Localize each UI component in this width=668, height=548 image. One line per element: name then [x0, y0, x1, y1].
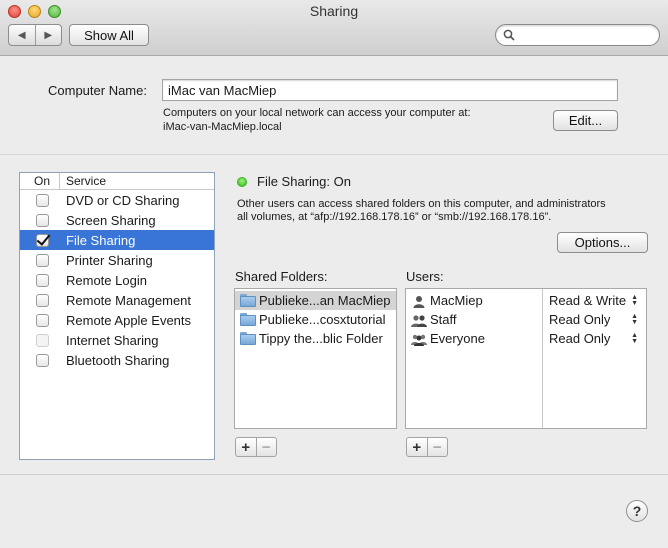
- remove-user-button[interactable]: −: [428, 438, 448, 456]
- service-checkbox[interactable]: [36, 353, 49, 367]
- sharing-window: Sharing ◀ ▶ Show All Computer Name: iMac…: [0, 0, 668, 548]
- user-row[interactable]: MacMiep Read & Write ▲ ▼: [406, 291, 646, 310]
- service-list: On Service DVD or CD Sharing Screen Shari…: [19, 172, 215, 460]
- service-label: Bluetooth Sharing: [66, 352, 170, 368]
- user-name: Staff: [430, 312, 457, 327]
- computer-name-field[interactable]: iMac van MacMiep: [162, 79, 618, 101]
- folder-icon: [240, 332, 256, 345]
- access-info-hostname: iMac-van-MacMiep.local: [163, 121, 282, 133]
- bottom-bar: [0, 474, 668, 548]
- column-header-service[interactable]: Service: [60, 173, 106, 189]
- add-folder-button[interactable]: +: [236, 438, 257, 456]
- folder-icon: [240, 294, 256, 307]
- back-arrow-icon[interactable]: ◀: [9, 25, 36, 45]
- service-row[interactable]: Remote Login: [20, 270, 214, 290]
- service-label: DVD or CD Sharing: [66, 192, 180, 208]
- permission-label: Read Only: [549, 312, 611, 327]
- service-checkbox[interactable]: [36, 273, 49, 287]
- users-label: Users:: [406, 269, 444, 284]
- shared-folders-label: Shared Folders:: [235, 269, 328, 284]
- everyone-icon: [411, 332, 427, 346]
- permission-popup[interactable]: Read Only ▲ ▼: [543, 329, 643, 348]
- service-row[interactable]: File Sharing: [20, 230, 214, 250]
- service-row[interactable]: Internet Sharing: [20, 330, 214, 350]
- help-button[interactable]: ?: [626, 500, 648, 522]
- shared-folders-list: Publieke...an MacMiep Publieke...cosxtuto…: [234, 288, 397, 429]
- service-label: Internet Sharing: [66, 332, 159, 348]
- search-field[interactable]: [495, 24, 660, 46]
- search-icon: [503, 29, 515, 41]
- public-folder-icon: [240, 313, 256, 326]
- service-checkbox[interactable]: [36, 213, 49, 227]
- service-checkbox[interactable]: [36, 313, 49, 327]
- service-row[interactable]: Bluetooth Sharing: [20, 350, 214, 370]
- shared-folder-row[interactable]: Publieke...an MacMiep: [235, 291, 396, 310]
- permission-label: Read Only: [549, 331, 611, 346]
- column-header-on[interactable]: On: [20, 173, 60, 189]
- service-label: Printer Sharing: [66, 252, 153, 268]
- folders-add-remove: + −: [235, 437, 277, 457]
- options-button[interactable]: Options...: [557, 232, 648, 253]
- add-user-button[interactable]: +: [407, 438, 428, 456]
- up-down-arrows-icon: ▲ ▼: [631, 293, 638, 307]
- service-row[interactable]: DVD or CD Sharing: [20, 190, 214, 210]
- service-row[interactable]: Screen Sharing: [20, 210, 214, 230]
- user-name: MacMiep: [430, 293, 483, 308]
- shared-folder-label: Tippy the...blic Folder: [259, 331, 383, 346]
- forward-arrow-icon[interactable]: ▶: [36, 25, 62, 45]
- permission-popup[interactable]: Read Only ▲ ▼: [543, 310, 643, 329]
- shared-folder-row[interactable]: Publieke...cosxtutorial: [235, 310, 396, 329]
- up-down-arrows-icon: ▲ ▼: [631, 331, 638, 345]
- group-icon: [411, 313, 427, 327]
- user-row[interactable]: Everyone Read Only ▲ ▼: [406, 329, 646, 348]
- status-indicator-icon: [237, 177, 247, 187]
- single-user-icon: [411, 294, 427, 308]
- sharing-description-line1: Other users can access shared folders on…: [237, 198, 606, 210]
- back-forward-control: ◀ ▶: [8, 24, 62, 46]
- service-label: Screen Sharing: [66, 212, 156, 228]
- permission-label: Read & Write: [549, 293, 627, 308]
- service-checkbox[interactable]: [36, 253, 49, 267]
- window-title: Sharing: [309, 3, 359, 19]
- remove-folder-button[interactable]: −: [257, 438, 277, 456]
- user-name: Everyone: [430, 331, 485, 346]
- show-all-button[interactable]: Show All: [69, 24, 149, 46]
- sharing-description-line2: all volumes, at “afp://192.168.178.16” o…: [237, 211, 552, 223]
- service-label: File Sharing: [66, 232, 136, 248]
- user-row[interactable]: Staff Read Only ▲ ▼: [406, 310, 646, 329]
- shared-folder-row[interactable]: Tippy the...blic Folder: [235, 329, 396, 348]
- service-checkbox[interactable]: [36, 233, 49, 247]
- service-list-header: On Service: [20, 173, 214, 190]
- service-label: Remote Login: [66, 272, 147, 288]
- shared-folder-label: Publieke...cosxtutorial: [259, 312, 386, 327]
- service-row[interactable]: Printer Sharing: [20, 250, 214, 270]
- access-info-line1: Computers on your local network can acce…: [163, 107, 471, 119]
- title-bar: Sharing ◀ ▶ Show All: [0, 0, 668, 56]
- service-checkbox[interactable]: [36, 193, 49, 207]
- service-label: Remote Apple Events: [66, 312, 192, 328]
- service-row[interactable]: Remote Management: [20, 290, 214, 310]
- users-list: MacMiep Read & Write ▲ ▼ Staff Read Only ▲ ▼ Eve…: [405, 288, 647, 429]
- service-label: Remote Management: [66, 292, 192, 308]
- shared-folder-label: Publieke...an MacMiep: [259, 293, 391, 308]
- edit-button[interactable]: Edit...: [553, 110, 618, 131]
- service-checkbox: [36, 333, 49, 347]
- permission-popup[interactable]: Read & Write ▲ ▼: [543, 291, 643, 310]
- service-row[interactable]: Remote Apple Events: [20, 310, 214, 330]
- file-sharing-status: File Sharing: On: [257, 174, 351, 189]
- up-down-arrows-icon: ▲ ▼: [631, 312, 638, 326]
- computer-name-label: Computer Name:: [48, 83, 147, 98]
- service-checkbox[interactable]: [36, 293, 49, 307]
- users-add-remove: + −: [406, 437, 448, 457]
- section-divider: [0, 154, 668, 155]
